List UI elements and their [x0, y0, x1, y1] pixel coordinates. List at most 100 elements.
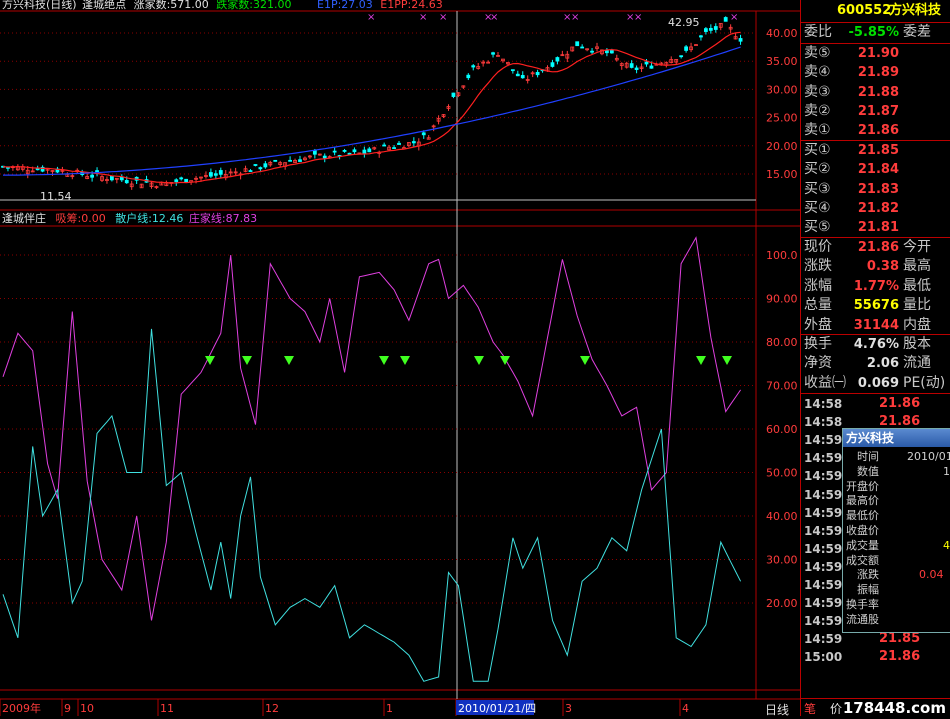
y-tick-label: 20.00: [766, 140, 798, 153]
candle-body: [298, 159, 302, 162]
high-marker: 42.95: [668, 16, 700, 29]
x-marker: ×: [634, 12, 642, 23]
kline-chart[interactable]: × × × ×× × × × × × 40.0035.0030.0025.0020.0015.0…: [0, 0, 800, 716]
buy-order-row[interactable]: 买② 21.84: [801, 160, 950, 179]
sell-order-row[interactable]: 卖⑤ 21.90: [801, 44, 950, 63]
buy-order-row[interactable]: 买⑤ 21.81: [801, 218, 950, 237]
y-tick-label: 40.00: [766, 510, 798, 523]
signal-triangle: [696, 356, 706, 365]
tooltip-row-label: 数值: [857, 464, 879, 478]
x-tick-label: 4: [682, 702, 689, 715]
tooltip-row-value: 2010/01: [907, 450, 950, 463]
candle-body: [397, 142, 401, 145]
tick-time: 14:58: [804, 415, 843, 430]
tick-time: 15:00: [804, 650, 843, 665]
tooltip-title[interactable]: 方兴科技: [843, 429, 950, 447]
candle-body: [332, 150, 337, 153]
zhuangjia-value: 庄家线:87.83: [188, 212, 258, 225]
sell-order-row-price: 21.88: [857, 84, 899, 100]
row-label-2: 最低: [903, 277, 931, 294]
x-tick-label: 11: [160, 702, 174, 715]
tick-time: 14:59: [804, 487, 843, 502]
candle-body: [515, 73, 520, 77]
y-tick-label: 80.00: [766, 336, 798, 349]
y-tick-label: 100.0: [766, 249, 798, 262]
sell-order-row-price: 21.90: [857, 46, 899, 61]
candle-body: [644, 61, 649, 65]
candle-body: [347, 152, 352, 155]
tooltip-row-label: 收盘价: [846, 524, 879, 537]
candle-body: [590, 50, 594, 53]
period-label[interactable]: 日线: [765, 701, 789, 718]
y-tick-label: 40.00: [766, 27, 798, 40]
x-tick-label: 12: [265, 702, 279, 715]
buy-order-row-price: 21.82: [857, 200, 899, 216]
candle-body: [124, 180, 129, 184]
tick-price: 21.86: [879, 649, 921, 665]
tab-price[interactable]: 价: [830, 700, 842, 717]
tick-time: 14:58: [804, 397, 843, 411]
chart-area[interactable]: × × × × × × × × × × 40.00 35.00 30.00 25.00 20.00 15.0…: [0, 0, 800, 718]
candle-body: [634, 67, 639, 70]
tick-time: 14:59: [804, 451, 843, 466]
candle-body: [288, 159, 293, 162]
candle-body: [723, 17, 728, 22]
x-marker: ×: [571, 12, 579, 23]
sell-order-row[interactable]: 卖④ 21.89: [801, 63, 950, 82]
candle-body: [451, 92, 456, 97]
x-marker: ×: [367, 12, 375, 23]
sell-order-row[interactable]: 卖② 21.87: [801, 102, 950, 121]
y-tick-label: 90.00: [766, 293, 798, 306]
y-tick-label: 25.00: [766, 112, 798, 125]
x-marker: ×: [419, 12, 427, 23]
row-label: 外盘: [804, 316, 832, 333]
candle-body: [35, 168, 40, 171]
tooltip-row-label: 成交额: [846, 553, 879, 567]
row-value: 21.86: [857, 240, 899, 255]
sell-order-row-price: 21.89: [857, 65, 899, 81]
upper-header: 方兴科技(日线) 逢城绝点 涨家数:571.00 跌家数:321.00 E1P:…: [2, 0, 443, 11]
candle-body: [411, 141, 416, 144]
candle-body: [312, 150, 317, 155]
candle-body: [179, 177, 184, 180]
candle-body: [649, 65, 654, 69]
row-value: 0.38: [866, 259, 899, 275]
candle-body: [362, 149, 367, 154]
signal-triangle: [400, 356, 410, 365]
buy-order-row-price: 21.81: [857, 220, 899, 236]
row-label: 换手: [804, 336, 832, 352]
weibi-value: -5.85%: [848, 25, 900, 40]
candle-body: [352, 149, 357, 153]
signal-triangle: [474, 356, 484, 365]
tooltip-row-label: 涨跌: [857, 568, 879, 582]
buy-order-row[interactable]: 买④ 21.82: [801, 199, 950, 218]
x-tick-label: 9: [64, 702, 71, 715]
stats-row: 换手 4.76% 股本: [801, 335, 950, 354]
sell-order-row-price: 21.87: [857, 103, 899, 119]
row-value: 2.06: [866, 356, 899, 372]
low-marker: 11.54: [40, 190, 72, 203]
tab-trades[interactable]: 笔: [804, 700, 816, 717]
candle-body: [253, 164, 258, 166]
row-label-2: 流通: [903, 355, 931, 372]
e1pp-value: E1PP:24.63: [380, 0, 443, 11]
sell-order-row[interactable]: 卖③ 21.88: [801, 83, 950, 102]
buy-order-row[interactable]: 买① 21.85: [801, 141, 950, 160]
candle-body: [213, 173, 218, 176]
stats-row: 净资 2.06 流通: [801, 354, 950, 373]
stock-code: 600552: [837, 3, 892, 18]
tick-row: 15:00 21.86: [801, 648, 950, 666]
tick-time: 14:59: [804, 632, 843, 647]
y-tick-label: 20.00: [766, 597, 798, 610]
row-label-2: PE(动): [903, 374, 946, 391]
tick-time: 14:59: [804, 523, 843, 538]
data-tooltip-window[interactable]: 方兴科技 时间 2010/01 数值 1 开盘价 最高价 最低价 收盘价 成交量 4 成交额 涨跌 0.…: [842, 428, 950, 633]
tick-time: 14:59: [804, 614, 843, 629]
sanhu-line: [2, 328, 742, 682]
buy-order-row[interactable]: 买③ 21.83: [801, 180, 950, 199]
row-value: 4.76%: [853, 337, 899, 352]
candle-body: [684, 46, 688, 51]
tick-time: 14:59: [804, 541, 843, 556]
sell-order-row[interactable]: 卖① 21.86: [801, 121, 950, 140]
tooltip-row-label: 时间: [857, 450, 879, 463]
